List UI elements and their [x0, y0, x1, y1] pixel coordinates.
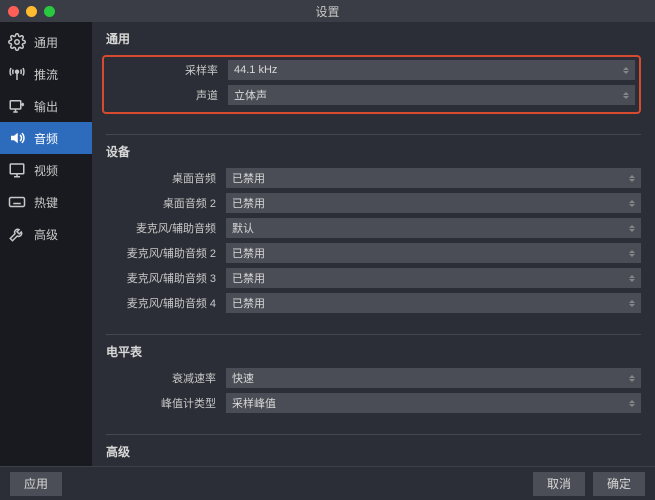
sidebar-item-video[interactable]: 视频: [0, 154, 92, 186]
mic-aux-3-label: 麦克风/辅助音频 3: [106, 270, 226, 286]
tools-icon: [8, 225, 26, 243]
select-value: 采样峰值: [232, 395, 276, 411]
desktop-audio-2-select[interactable]: 已禁用: [226, 193, 641, 213]
channel-label: 声道: [108, 87, 228, 103]
broadcast-icon: [8, 65, 26, 83]
channel-select[interactable]: 立体声: [228, 85, 635, 105]
chevron-updown-icon: [629, 372, 637, 384]
audio-icon: [8, 129, 26, 147]
section-title: 电平表: [106, 343, 641, 360]
desktop-audio-label: 桌面音频: [106, 170, 226, 186]
cancel-button[interactable]: 取消: [533, 472, 585, 496]
sidebar-item-label: 热键: [34, 194, 58, 211]
peak-type-select[interactable]: 采样峰值: [226, 393, 641, 413]
select-value: 已禁用: [232, 270, 265, 286]
output-icon: [8, 97, 26, 115]
chevron-updown-icon: [623, 64, 631, 76]
section-devices: 设备 桌面音频已禁用 桌面音频 2已禁用 麦克风/辅助音频默认 麦克风/辅助音频…: [106, 134, 641, 326]
peak-type-label: 峰值计类型: [106, 395, 226, 411]
chevron-updown-icon: [629, 297, 637, 309]
chevron-updown-icon: [629, 197, 637, 209]
desktop-audio-2-label: 桌面音频 2: [106, 195, 226, 211]
sidebar-item-label: 输出: [34, 98, 58, 115]
sidebar-item-label: 视频: [34, 162, 58, 179]
sidebar-item-label: 音频: [34, 130, 58, 147]
sidebar-item-label: 高级: [34, 226, 58, 243]
mic-aux-label: 麦克风/辅助音频: [106, 220, 226, 236]
window-title: 设置: [0, 3, 655, 20]
sample-rate-select[interactable]: 44.1 kHz: [228, 60, 635, 80]
chevron-updown-icon: [629, 222, 637, 234]
decay-rate-select[interactable]: 快速: [226, 368, 641, 388]
video-icon: [8, 161, 26, 179]
mic-aux-4-select[interactable]: 已禁用: [226, 293, 641, 313]
section-title: 高级: [106, 443, 641, 460]
main-panel: 通用 采样率 44.1 kHz 声道 立体声: [92, 22, 655, 466]
select-value: 44.1 kHz: [234, 64, 277, 76]
sidebar-item-output[interactable]: 输出: [0, 90, 92, 122]
sidebar-item-label: 推流: [34, 66, 58, 83]
mic-aux-2-select[interactable]: 已禁用: [226, 243, 641, 263]
section-title: 设备: [106, 143, 641, 160]
select-value: 快速: [232, 370, 254, 386]
mic-aux-4-label: 麦克风/辅助音频 4: [106, 295, 226, 311]
section-title: 通用: [106, 30, 641, 47]
sidebar-item-advanced[interactable]: 高级: [0, 218, 92, 250]
chevron-updown-icon: [629, 272, 637, 284]
select-value: 已禁用: [232, 170, 265, 186]
mic-aux-2-label: 麦克风/辅助音频 2: [106, 245, 226, 261]
sidebar-item-hotkeys[interactable]: 热键: [0, 186, 92, 218]
chevron-updown-icon: [629, 397, 637, 409]
section-advanced: 高级 监听设备默认: [106, 434, 641, 466]
ok-button[interactable]: 确定: [593, 472, 645, 496]
chevron-updown-icon: [623, 89, 631, 101]
desktop-audio-select[interactable]: 已禁用: [226, 168, 641, 188]
footer: 应用 取消 确定: [0, 466, 655, 500]
sample-rate-label: 采样率: [108, 62, 228, 78]
apply-button[interactable]: 应用: [10, 472, 62, 496]
select-value: 已禁用: [232, 245, 265, 261]
select-value: 立体声: [234, 87, 267, 103]
sidebar-item-label: 通用: [34, 34, 58, 51]
titlebar: 设置: [0, 0, 655, 22]
section-general: 通用 采样率 44.1 kHz 声道 立体声: [106, 30, 641, 126]
chevron-updown-icon: [629, 247, 637, 259]
decay-rate-label: 衰减速率: [106, 370, 226, 386]
sidebar-item-general[interactable]: 通用: [0, 26, 92, 58]
sidebar-item-stream[interactable]: 推流: [0, 58, 92, 90]
mic-aux-select[interactable]: 默认: [226, 218, 641, 238]
gear-icon: [8, 33, 26, 51]
keyboard-icon: [8, 193, 26, 211]
mic-aux-3-select[interactable]: 已禁用: [226, 268, 641, 288]
select-value: 已禁用: [232, 195, 265, 211]
section-meters: 电平表 衰减速率快速 峰值计类型采样峰值: [106, 334, 641, 426]
chevron-updown-icon: [629, 172, 637, 184]
select-value: 默认: [232, 220, 254, 236]
sidebar-item-audio[interactable]: 音频: [0, 122, 92, 154]
sidebar: 通用 推流 输出 音频 视频 热键 高级: [0, 22, 92, 466]
select-value: 已禁用: [232, 295, 265, 311]
highlight-annotation: 采样率 44.1 kHz 声道 立体声: [102, 55, 641, 114]
